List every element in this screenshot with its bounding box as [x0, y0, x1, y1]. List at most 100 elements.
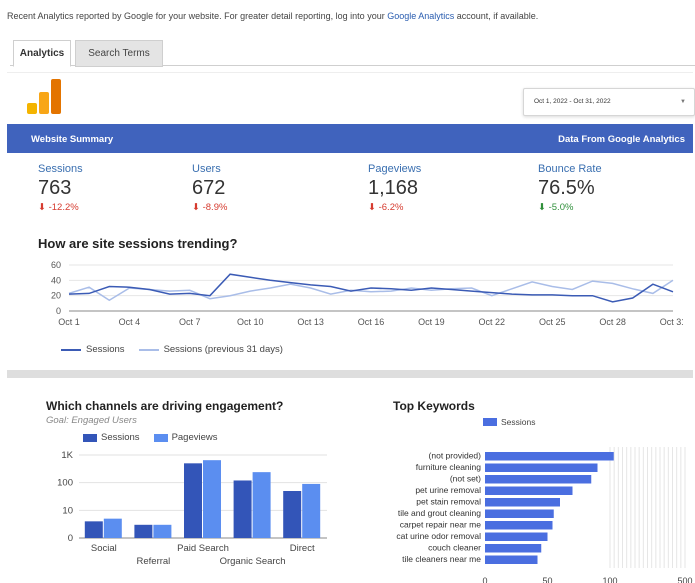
- bar-pageviews: [203, 460, 221, 538]
- x-tick-label: 0: [482, 576, 487, 583]
- y-tick-label: cat urine odor removal: [396, 531, 481, 541]
- google-analytics-link[interactable]: Google Analytics: [387, 11, 454, 21]
- arrow-down-icon: ⬇: [38, 202, 46, 213]
- channels-chart-subtitle: Goal: Engaged Users: [46, 415, 137, 426]
- y-tick-label: 40: [51, 275, 61, 285]
- arrow-down-icon: ⬇: [538, 202, 546, 213]
- date-range-value: Oct 1, 2022 - Oct 31, 2022: [534, 98, 611, 105]
- bar-keyword-sessions: [485, 452, 614, 461]
- x-tick-label: Organic Search: [220, 556, 286, 567]
- legend-swatch-sessions: [61, 348, 81, 351]
- tab-search-terms[interactable]: Search Terms: [75, 40, 163, 67]
- x-tick-label: Oct 10: [237, 317, 264, 327]
- analytics-panel: Oct 1, 2022 - Oct 31, 2022 ▼ Website Sum…: [7, 72, 695, 583]
- channels-chart: 0 10 100 1K Social Referral Paid Search Organic…: [57, 450, 327, 567]
- sessions-trend-chart: 0 20 40 60 Oct 1 Oct 4 Oct 7 Oct 10 Oct 13 Oct 16…: [51, 261, 683, 327]
- x-tick-label: Oct 16: [358, 317, 385, 327]
- metric-value: 76.5%: [538, 177, 595, 199]
- x-tick-label: Oct 7: [179, 317, 201, 327]
- bar-sessions: [283, 490, 302, 538]
- bar-pageviews: [302, 483, 321, 538]
- x-tick-label: 50: [542, 576, 552, 583]
- bar-keyword-sessions: [485, 555, 538, 564]
- metric-label: Users: [192, 163, 221, 175]
- arrow-down-icon: ⬇: [368, 202, 376, 213]
- y-tick-label: pet urine removal: [415, 485, 481, 495]
- y-tick-label: tile cleaners near me: [402, 554, 481, 564]
- x-tick-label: Oct 28: [599, 317, 626, 327]
- website-summary-banner: Website Summary Data From Google Analyti…: [7, 124, 693, 153]
- metric-bounce-rate: Bounce Rate 76.5% ⬇ -5.0%: [538, 163, 602, 213]
- chevron-down-icon: ▼: [680, 99, 686, 105]
- legend-swatch-sessions: [483, 418, 497, 426]
- legend-label-sessions: Sessions: [101, 432, 140, 443]
- bar-keyword-sessions: [485, 475, 592, 484]
- metric-value: 672: [192, 177, 226, 199]
- metric-value: 1,168: [368, 177, 419, 199]
- bar-sessions: [84, 521, 103, 538]
- y-tick-label: 20: [51, 291, 61, 301]
- x-tick-label: Oct 19: [418, 317, 445, 327]
- x-tick-label: Referral: [137, 556, 171, 567]
- y-tick-label: 0: [68, 533, 73, 544]
- legend-label-previous: Sessions (previous 31 days): [163, 344, 283, 355]
- metric-label: Pageviews: [368, 163, 422, 175]
- tab-bar: Analytics Search Terms: [10, 40, 695, 67]
- legend-swatch-previous: [138, 348, 159, 351]
- bar-sessions: [233, 480, 252, 538]
- metric-delta: ⬇ -5.0%: [538, 202, 574, 213]
- bar-keyword-sessions: [485, 509, 554, 518]
- legend-swatch-pageviews: [153, 433, 168, 442]
- bar-pageviews: [103, 518, 122, 538]
- metric-label: Sessions: [38, 163, 83, 175]
- bar-keyword-sessions: [485, 521, 553, 530]
- section-divider: [7, 370, 693, 378]
- legend-label-sessions: Sessions: [86, 344, 125, 355]
- arrow-down-icon: ⬇: [192, 202, 200, 213]
- y-tick-label: furniture cleaning: [416, 462, 481, 472]
- channels-chart-title: Which channels are driving engagement?: [46, 399, 284, 413]
- y-tick-label: (not provided): [429, 451, 482, 461]
- x-tick-label: 100: [602, 576, 617, 583]
- x-tick-label: 500: [677, 576, 692, 583]
- intro-text-after: account, if available.: [454, 11, 539, 21]
- legend-label-pageviews: Pageviews: [171, 432, 218, 443]
- google-analytics-logo: [27, 79, 61, 114]
- keywords-chart-title: Top Keywords: [393, 399, 475, 413]
- x-tick-label: Oct 4: [119, 317, 141, 327]
- y-tick-label: carpet repair near me: [400, 520, 482, 530]
- x-tick-label: Paid Search: [177, 543, 229, 554]
- bar-keyword-sessions: [485, 486, 573, 495]
- y-tick-label: tile and grout cleaning: [398, 508, 481, 518]
- x-tick-label: Oct 31: [660, 317, 683, 327]
- metric-delta: ⬇ -6.2%: [368, 202, 404, 213]
- metric-users: Users 672 ⬇ -8.9%: [192, 163, 227, 213]
- keywords-chart: 0 50 100 500 (not provided)furniture cleanin…: [396, 447, 693, 583]
- metric-delta: ⬇ -8.9%: [192, 202, 228, 213]
- intro-text: Recent Analytics reported by Google for …: [7, 11, 538, 21]
- bar-pageviews: [252, 472, 271, 538]
- intro-text-before: Recent Analytics reported by Google for …: [7, 11, 388, 21]
- bar-keyword-sessions: [485, 532, 548, 541]
- legend-label-sessions: Sessions: [501, 417, 536, 427]
- bar-keyword-sessions: [485, 544, 542, 553]
- series-line-previous: [68, 279, 674, 302]
- bar-keyword-sessions: [485, 463, 598, 472]
- date-range-select[interactable]: Oct 1, 2022 - Oct 31, 2022 ▼: [523, 88, 695, 116]
- y-tick-label: 1K: [61, 450, 73, 461]
- banner-title: Website Summary: [31, 134, 114, 145]
- x-tick-label: Oct 1: [58, 317, 80, 327]
- metric-label: Bounce Rate: [538, 163, 602, 175]
- x-tick-label: Direct: [290, 543, 315, 554]
- x-tick-label: Oct 13: [297, 317, 324, 327]
- trend-chart-title: How are site sessions trending?: [38, 236, 238, 251]
- metric-delta: ⬇ -12.2%: [38, 202, 79, 213]
- y-tick-label: 10: [62, 505, 73, 516]
- y-tick-label: 100: [57, 478, 73, 489]
- bar-keyword-sessions: [485, 498, 560, 507]
- tab-analytics[interactable]: Analytics: [13, 40, 71, 67]
- y-tick-label: (not set): [450, 474, 481, 484]
- bar-pageviews: [153, 524, 172, 538]
- metric-pageviews: Pageviews 1,168 ⬇ -6.2%: [368, 163, 421, 213]
- x-tick-label: Social: [91, 543, 117, 554]
